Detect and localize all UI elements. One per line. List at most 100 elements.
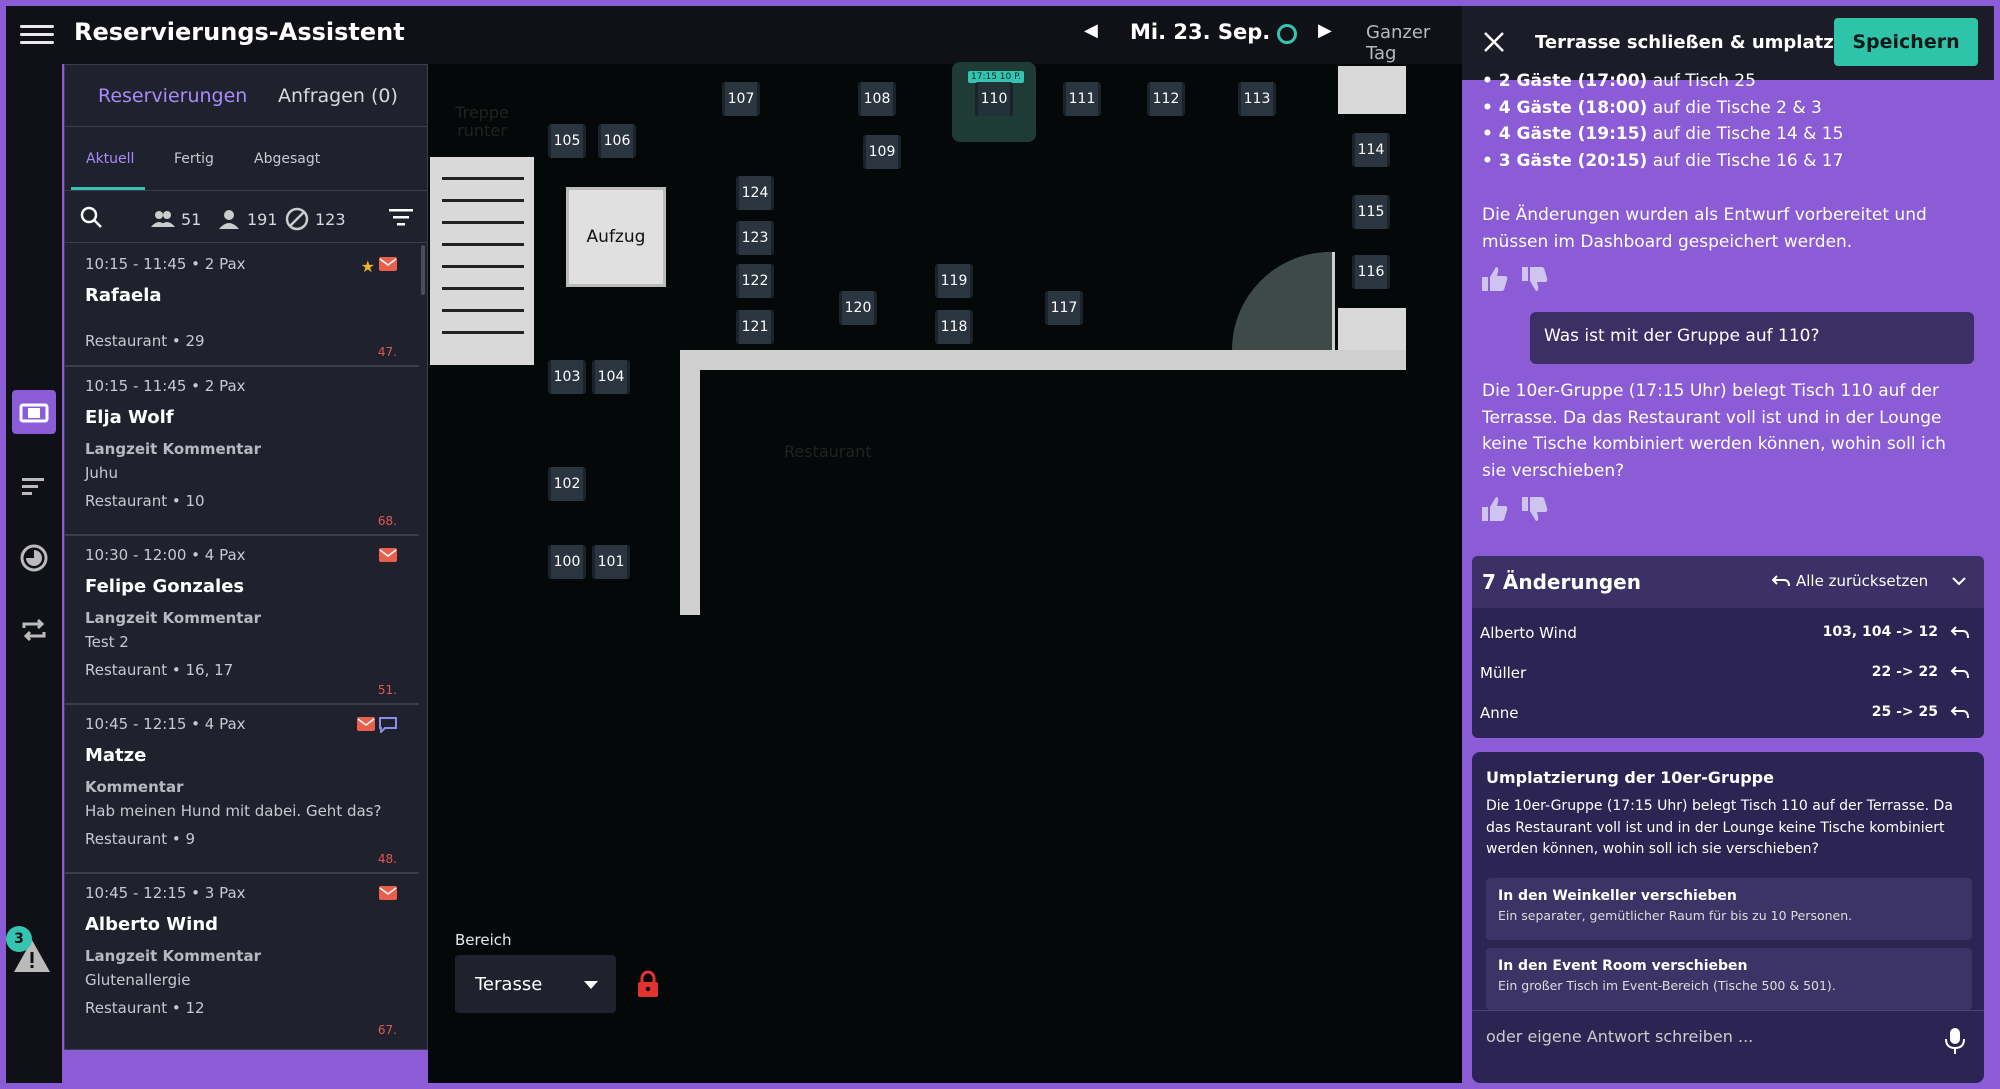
subtab-fertig[interactable]: Fertig: [174, 151, 214, 167]
table-106[interactable]: 106: [598, 124, 636, 158]
thumbs-down-icon[interactable]: [1520, 494, 1550, 524]
chevron-down-icon: [584, 981, 598, 989]
reservation-number: 67.: [377, 1023, 397, 1037]
tab-reservierungen[interactable]: Reservierungen: [98, 85, 247, 107]
chat-input-row: [1472, 1010, 1984, 1070]
change-value: 25 -> 25: [1871, 704, 1938, 720]
next-day-icon[interactable]: ▶: [1318, 20, 1332, 41]
list-scrollbar[interactable]: [421, 245, 425, 295]
table-114[interactable]: 114: [1352, 133, 1390, 167]
reservation-name: Rafaela: [85, 285, 162, 306]
table-117[interactable]: 117: [1045, 291, 1083, 325]
table-111[interactable]: 111: [1063, 82, 1101, 116]
sort-filter-icon[interactable]: [389, 207, 413, 227]
reservation-comment: Hab meinen Hund mit dabei. Geht das?: [85, 802, 382, 820]
table-105[interactable]: 105: [548, 124, 586, 158]
cancelled-icon: [285, 207, 309, 231]
undo-icon[interactable]: [1950, 664, 1970, 682]
question-card-title: Umplatzierung der 10er-Gruppe: [1486, 768, 1774, 787]
close-icon[interactable]: [1482, 30, 1506, 54]
table-107[interactable]: 107: [722, 82, 760, 116]
microphone-icon[interactable]: [1944, 1027, 1966, 1055]
previous-day-icon[interactable]: ◀: [1084, 20, 1098, 41]
stairs: [430, 157, 534, 365]
groups-filter[interactable]: 51: [151, 207, 201, 231]
subtab-aktuell[interactable]: Aktuell: [86, 151, 134, 167]
table-119[interactable]: 119: [935, 264, 973, 298]
reservations-tabs: Reservierungen Anfragen (0): [65, 65, 427, 127]
date-label[interactable]: Mi. 23. Sep.: [1130, 20, 1270, 44]
chat-input[interactable]: [1486, 1027, 1926, 1046]
change-name: Müller: [1480, 664, 1527, 682]
reservation-name: Elja Wolf: [85, 407, 174, 428]
save-button[interactable]: Speichern: [1834, 18, 1978, 66]
table-113[interactable]: 113: [1238, 82, 1276, 116]
subtab-abgesagt[interactable]: Abgesagt: [254, 151, 320, 167]
reservation-card[interactable]: 10:15 - 11:45 • 2 Pax Elja Wolf Langzeit…: [65, 367, 419, 536]
table-115[interactable]: 115: [1352, 195, 1390, 229]
reservation-location: Restaurant • 16, 17: [85, 661, 234, 679]
chevron-down-icon[interactable]: [1952, 574, 1966, 588]
table-102[interactable]: 102: [548, 467, 586, 501]
warning-count-badge[interactable]: 3: [6, 926, 32, 952]
card-icons: ★: [361, 257, 397, 276]
active-subtab-indicator: [71, 187, 145, 190]
table-108[interactable]: 108: [858, 82, 896, 116]
table-122[interactable]: 122: [736, 264, 774, 298]
reservation-comment-label: Langzeit Kommentar: [85, 609, 262, 627]
reservation-name: Alberto Wind: [85, 914, 219, 935]
chat-icon: [379, 717, 397, 733]
persons-count: 191: [247, 209, 278, 229]
reset-all-button[interactable]: Alle zurücksetzen: [1772, 572, 1928, 590]
table-123[interactable]: 123: [736, 221, 774, 255]
reservation-card[interactable]: ★ 10:15 - 11:45 • 2 Pax Rafaela Restaura…: [65, 245, 419, 367]
list-nav-button[interactable]: [12, 464, 56, 508]
table-109[interactable]: 109: [863, 135, 901, 169]
table-110[interactable]: 110: [975, 82, 1013, 116]
area-select-label: Bereich: [455, 931, 512, 949]
hamburger-menu-icon[interactable]: [20, 20, 54, 50]
reservation-time: 10:15 - 11:45 • 2 Pax: [85, 377, 246, 395]
reset-all-label: Alle zurücksetzen: [1796, 572, 1929, 590]
changes-header: 7 Änderungen Alle zurücksetzen: [1472, 556, 1984, 608]
cancelled-filter[interactable]: 123: [285, 207, 346, 231]
feedback-buttons: [1480, 494, 1550, 524]
reservation-list: ★ 10:15 - 11:45 • 2 Pax Rafaela Restaura…: [65, 245, 419, 1051]
sort-list-icon: [22, 478, 44, 495]
option-event-room[interactable]: In den Event Room verschieben Ein großer…: [1486, 948, 1972, 1010]
floorplan-icon: [19, 403, 49, 423]
reservation-card[interactable]: 10:30 - 12:00 • 4 Pax Felipe Gonzales La…: [65, 536, 419, 705]
table-100[interactable]: 100: [548, 545, 586, 579]
day-range-selector[interactable]: Ganzer Tag: [1366, 22, 1462, 64]
search-icon[interactable]: [79, 205, 103, 229]
thumbs-up-icon[interactable]: [1480, 264, 1510, 294]
floorplan-nav-button[interactable]: [12, 390, 56, 434]
table-103[interactable]: 103: [548, 360, 586, 394]
timeline-nav-button[interactable]: [12, 536, 56, 580]
undo-icon[interactable]: [1950, 704, 1970, 722]
cancelled-count: 123: [315, 209, 346, 229]
option-weinkeller[interactable]: In den Weinkeller verschieben Ein separa…: [1486, 878, 1972, 940]
lock-icon[interactable]: [636, 970, 660, 998]
thumbs-up-icon[interactable]: [1480, 494, 1510, 524]
table-112[interactable]: 112: [1147, 82, 1185, 116]
table-121[interactable]: 121: [736, 310, 774, 344]
table-118[interactable]: 118: [935, 310, 973, 344]
reservation-card[interactable]: 10:45 - 12:15 • 3 Pax Alberto Wind Langz…: [65, 874, 419, 1043]
table-101[interactable]: 101: [592, 545, 630, 579]
card-icons: [379, 886, 397, 900]
table-120[interactable]: 120: [839, 291, 877, 325]
tab-anfragen[interactable]: Anfragen (0): [278, 85, 398, 107]
question-card: Umplatzierung der 10er-Gruppe Die 10er-G…: [1472, 752, 1984, 1083]
table-104[interactable]: 104: [592, 360, 630, 394]
card-icons: [379, 548, 397, 562]
undo-icon[interactable]: [1950, 624, 1970, 642]
table-116[interactable]: 116: [1352, 255, 1390, 289]
thumbs-down-icon[interactable]: [1520, 264, 1550, 294]
move-item: • 3 Gäste (20:15) auf die Tische 16 & 17: [1482, 150, 1844, 171]
sync-nav-button[interactable]: [12, 608, 56, 652]
area-select[interactable]: Terasse: [455, 955, 616, 1013]
persons-filter[interactable]: 191: [217, 207, 278, 231]
table-124[interactable]: 124: [736, 176, 774, 210]
reservation-card[interactable]: 10:45 - 12:15 • 4 Pax Matze Kommentar Ha…: [65, 705, 419, 874]
